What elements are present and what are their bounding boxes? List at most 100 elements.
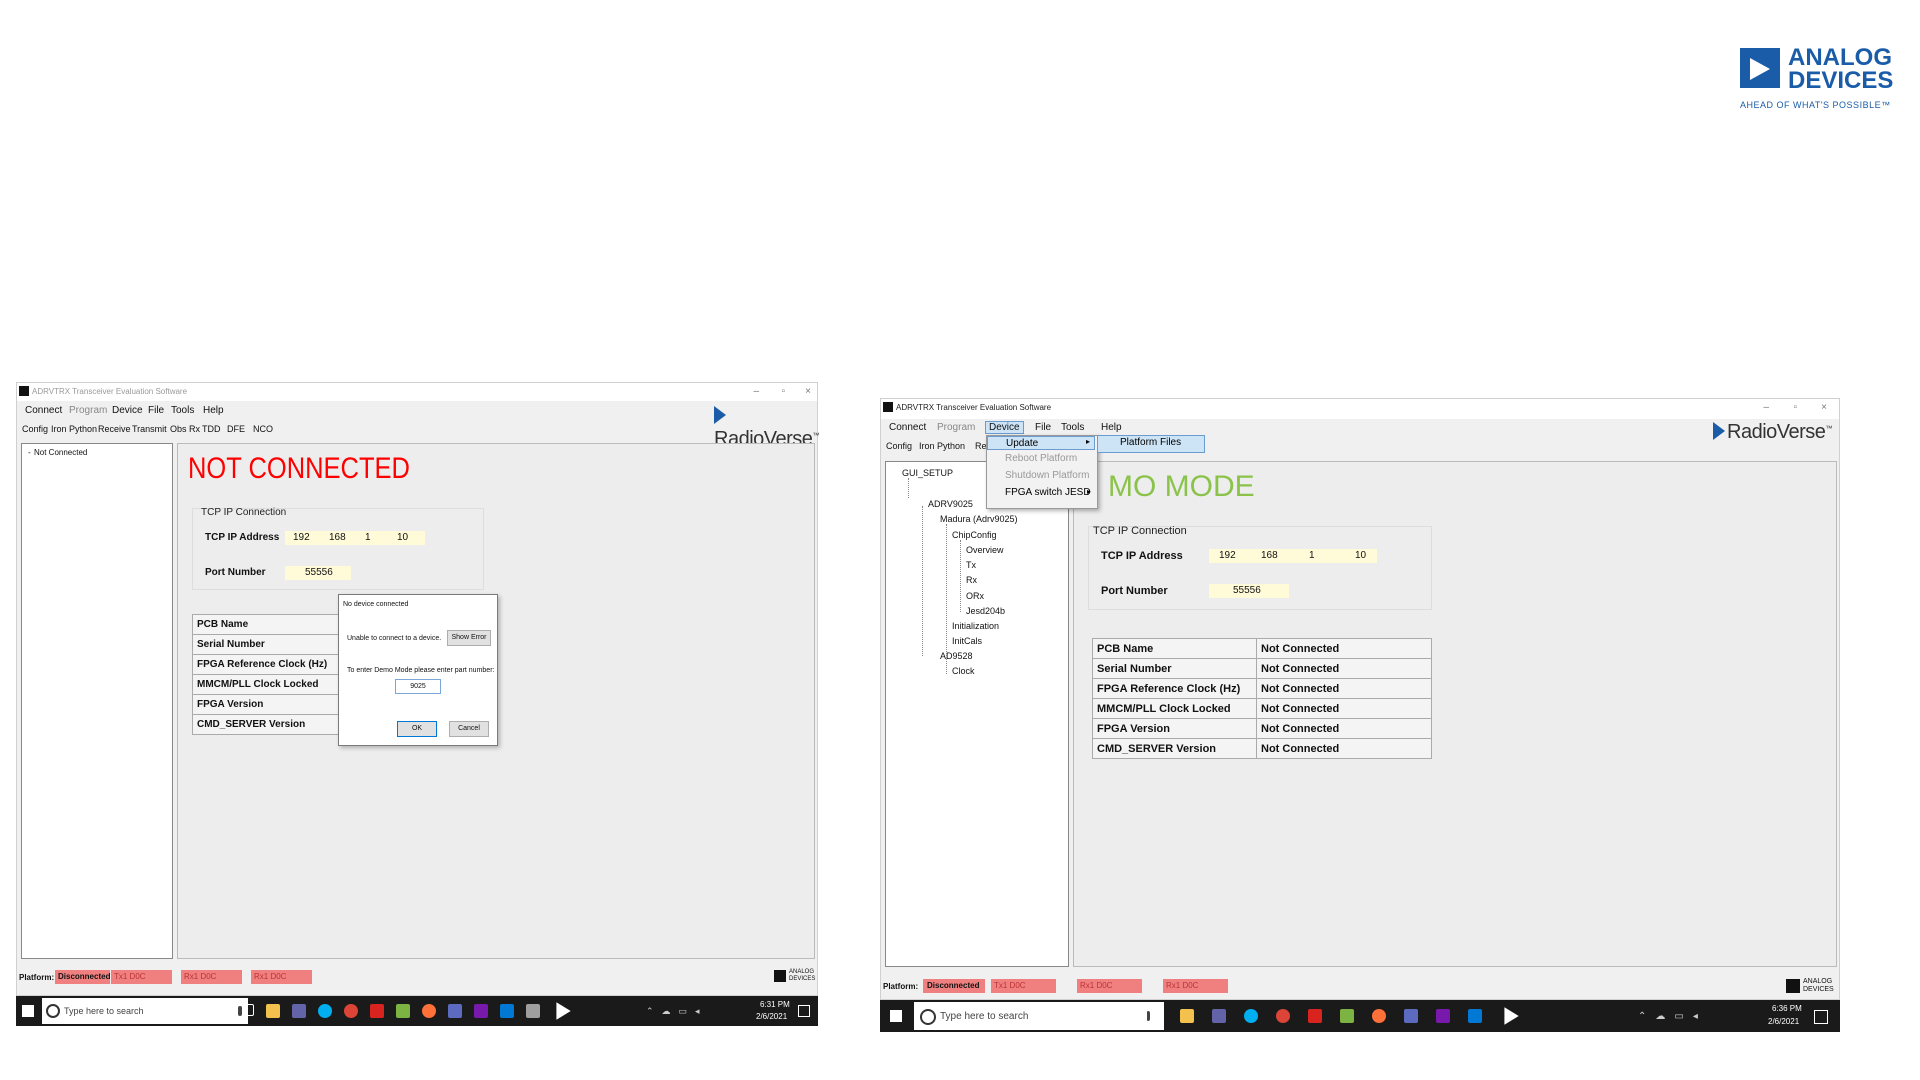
windows-start-icon[interactable] [22, 1005, 34, 1017]
rx-status[interactable]: Rx1 D0C [1077, 979, 1142, 993]
tx-status[interactable]: Tx1 D0C [991, 979, 1056, 993]
chrome-icon[interactable] [1276, 1009, 1290, 1023]
app-icon-blue[interactable] [448, 1004, 462, 1018]
teams-icon[interactable] [292, 1004, 306, 1018]
tree-node-gui-setup[interactable]: GUI_SETUP [902, 468, 953, 478]
taskbar-time: 6:31 PM [760, 1000, 790, 1009]
close-icon[interactable]: × [1821, 402, 1827, 413]
part-number-input[interactable]: 9025 [395, 679, 441, 694]
app-icon-gray[interactable] [526, 1004, 540, 1018]
tab-obs-rx[interactable]: Obs Rx [170, 424, 200, 434]
menu-device[interactable]: Device [985, 421, 1024, 434]
port-number-field[interactable]: 55556 [285, 566, 351, 580]
skype-icon[interactable] [318, 1004, 332, 1018]
skype-icon[interactable] [1244, 1009, 1258, 1023]
menu-connect[interactable]: Connect [25, 405, 62, 416]
cancel-button[interactable]: Cancel [449, 721, 489, 737]
tree-node-clock[interactable]: Clock [952, 666, 975, 676]
play-app-icon[interactable] [556, 1002, 571, 1020]
task-view-icon[interactable] [242, 1004, 254, 1016]
menu-program[interactable]: Program [69, 405, 107, 416]
file-explorer-icon[interactable] [266, 1004, 280, 1018]
menu-file[interactable]: File [148, 405, 164, 416]
tree-node-initialization[interactable]: Initialization [952, 621, 999, 631]
minimize-icon[interactable]: – [1763, 402, 1769, 413]
tab-iron-python[interactable]: Iron Python [919, 441, 965, 451]
firefox-icon[interactable] [422, 1004, 436, 1018]
onenote-icon[interactable] [1436, 1009, 1450, 1023]
tree-node-rx[interactable]: Rx [966, 575, 977, 585]
close-icon[interactable]: × [805, 386, 811, 397]
notepad-icon[interactable] [1340, 1009, 1354, 1023]
app-icon-blue[interactable] [1404, 1009, 1418, 1023]
menu-device[interactable]: Device [112, 405, 143, 416]
menu-help[interactable]: Help [203, 405, 224, 416]
tab-config[interactable]: Config [886, 441, 912, 451]
acrobat-icon[interactable] [1308, 1009, 1322, 1023]
adi-brand-line1: ANALOG [1788, 44, 1892, 71]
maximize-icon[interactable]: ▫ [1793, 402, 1797, 413]
tab-receive[interactable]: Receive [98, 424, 131, 434]
tree-node-tx[interactable]: Tx [966, 560, 976, 570]
notification-icon[interactable] [1814, 1010, 1828, 1024]
submenu-item-platform-files[interactable]: Platform Files [1120, 437, 1181, 448]
tcp-ip-address-field[interactable]: 192 168 1 10 [285, 531, 425, 545]
outlook-icon[interactable] [500, 1004, 514, 1018]
teams-icon[interactable] [1212, 1009, 1226, 1023]
windows-start-icon[interactable] [890, 1010, 902, 1022]
task-view-icon[interactable] [1146, 1010, 1158, 1022]
tree-node-initcals[interactable]: InitCals [952, 636, 982, 646]
tree-node-chipconfig[interactable]: ChipConfig [952, 530, 997, 540]
port-number-field[interactable]: 55556 [1209, 584, 1289, 598]
menu-tools[interactable]: Tools [171, 405, 194, 416]
menu-connect[interactable]: Connect [889, 422, 926, 433]
menu-program[interactable]: Program [937, 422, 975, 433]
tab-dfe[interactable]: DFE [227, 424, 245, 434]
maximize-icon[interactable]: ▫ [781, 386, 785, 397]
play-app-icon[interactable] [1504, 1007, 1519, 1025]
acrobat-icon[interactable] [370, 1004, 384, 1018]
notification-icon[interactable] [798, 1005, 810, 1017]
chrome-icon[interactable] [344, 1004, 358, 1018]
tab-transmit[interactable]: Transmit [132, 424, 167, 434]
tab-nco[interactable]: NCO [253, 424, 273, 434]
taskbar-search[interactable]: Type here to search [42, 998, 248, 1024]
minimize-icon[interactable]: – [753, 386, 759, 397]
tree-node-ad9528[interactable]: AD9528 [940, 651, 973, 661]
tx-status[interactable]: Tx1 D0C [111, 970, 172, 984]
tree-node-madura[interactable]: Madura (Adrv9025) [940, 514, 1018, 524]
file-explorer-icon[interactable] [1180, 1009, 1194, 1023]
tab-receive[interactable]: Re [975, 441, 987, 451]
menu-item-update[interactable]: Update ▸ [987, 436, 1095, 450]
tree-node-overview[interactable]: Overview [966, 545, 1004, 555]
tcp-ip-address-field[interactable]: 192 168 1 10 [1209, 549, 1377, 563]
left-tree-panel[interactable]: Not Connected - [21, 443, 173, 959]
taskbar-search[interactable]: Type here to search [914, 1002, 1164, 1030]
orx-status[interactable]: Rx1 D0C [251, 970, 312, 984]
menu-help[interactable]: Help [1101, 422, 1122, 433]
tree-node-adrv9025[interactable]: ADRV9025 [928, 499, 973, 509]
firefox-icon[interactable] [1372, 1009, 1386, 1023]
onenote-icon[interactable] [474, 1004, 488, 1018]
ok-button[interactable]: OK [397, 721, 437, 737]
demo-mode-heading: MO MODE [1108, 470, 1255, 503]
outlook-icon[interactable] [1468, 1009, 1482, 1023]
show-error-button[interactable]: Show Error [447, 630, 491, 646]
menu-tools[interactable]: Tools [1061, 422, 1084, 433]
tree-node-jesd204b[interactable]: Jesd204b [966, 606, 1005, 616]
orx-status[interactable]: Rx1 D0C [1163, 979, 1228, 993]
system-tray-icons[interactable]: ⌃☁▭◂ [1638, 1011, 1707, 1022]
menu-item-fpga-switch-jesd[interactable]: FPGA switch JESD ▸ [987, 487, 1095, 501]
menu-file[interactable]: File [1035, 422, 1051, 433]
right-tree-panel[interactable]: GUI_SETUP ADRV9025 Madura (Adrv9025) Chi… [885, 461, 1069, 967]
tree-node-not-connected[interactable]: Not Connected [34, 448, 87, 457]
tab-tdd[interactable]: TDD [202, 424, 221, 434]
tab-config[interactable]: Config [22, 424, 48, 434]
menu-item-reboot-platform[interactable]: Reboot Platform [1005, 453, 1077, 464]
system-tray-icons[interactable]: ⌃☁▭◂ [646, 1006, 708, 1017]
tree-node-orx[interactable]: ORx [966, 591, 984, 601]
menu-item-shutdown-platform[interactable]: Shutdown Platform [1005, 470, 1090, 481]
notepad-icon[interactable] [396, 1004, 410, 1018]
tab-iron-python[interactable]: Iron Python [51, 424, 97, 434]
rx-status[interactable]: Rx1 D0C [181, 970, 242, 984]
